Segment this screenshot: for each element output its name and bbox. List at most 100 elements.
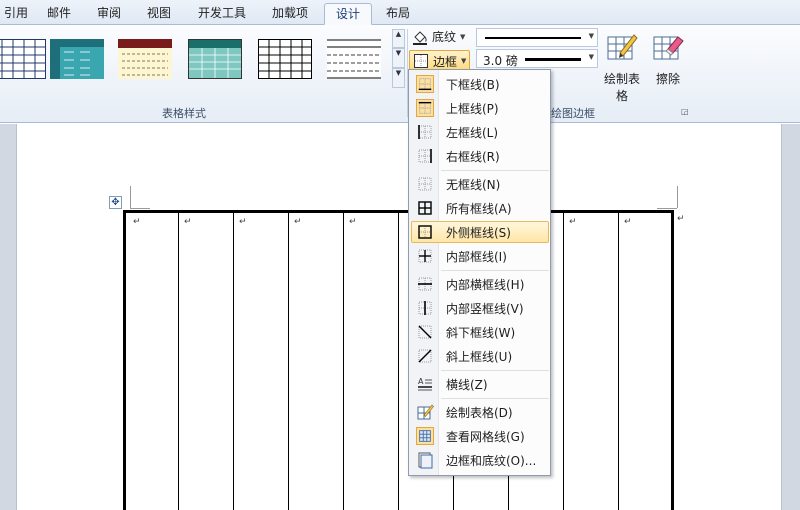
- menu-separator: [441, 370, 549, 371]
- menu-item-right-border[interactable]: 右框线(R): [411, 145, 549, 167]
- shading-button[interactable]: 底纹 ▼: [412, 28, 465, 45]
- menu-item-horizontal-line[interactable]: A 横线(Z): [411, 373, 549, 395]
- menu-item-inside-borders[interactable]: 内部框线(I): [411, 245, 549, 267]
- tab-mailings[interactable]: 邮件: [36, 3, 82, 25]
- dialog-launcher-icon[interactable]: ◲: [681, 107, 689, 116]
- paragraph-mark: ↵: [133, 217, 141, 227]
- line-style-dropdown[interactable]: ▼: [476, 28, 598, 47]
- menu-item-label: 斜下框线(W): [446, 325, 516, 340]
- menu-separator: [441, 398, 549, 399]
- table-style-teal-shaded[interactable]: [50, 39, 104, 79]
- menu-item-label: 内部框线(I): [446, 249, 507, 264]
- table-style-black-grid[interactable]: [258, 39, 312, 79]
- menu-item-left-border[interactable]: 左框线(L): [411, 121, 549, 143]
- tab-review[interactable]: 审阅: [86, 3, 132, 25]
- table-style-preview: [118, 39, 172, 79]
- margin-corner-mark: [677, 186, 678, 208]
- menu-item-label: 查看网格线(G): [446, 429, 525, 444]
- chevron-down-icon: ▼: [588, 53, 594, 61]
- horizontal-line-icon: A: [418, 377, 432, 391]
- tab-layout[interactable]: 布局: [376, 3, 420, 25]
- diagonal-down-border-icon: [418, 325, 432, 339]
- eraser-label: 擦除: [655, 72, 680, 86]
- eraser-icon: [653, 36, 684, 60]
- bottom-border-icon: [416, 75, 434, 93]
- menu-item-label: 内部横框线(H): [446, 277, 525, 292]
- paragraph-mark: ↵: [239, 217, 247, 227]
- table-style-simple-lines[interactable]: [327, 39, 381, 79]
- table-styles-group-label: 表格样式: [162, 107, 206, 120]
- line-weight-dropdown[interactable]: 3.0 磅 ▼: [476, 49, 598, 68]
- paint-bucket-icon: [413, 30, 427, 45]
- line-weight-preview: [525, 58, 581, 61]
- chevron-down-icon: ▼: [460, 32, 466, 41]
- table-style-teal-grid[interactable]: [188, 39, 242, 79]
- menu-item-label: 外侧框线(S): [446, 225, 511, 240]
- table-column-line: [233, 213, 234, 510]
- gallery-scroll-up[interactable]: ▲: [392, 29, 405, 48]
- borders-shading-icon: [418, 452, 433, 469]
- top-border-icon: [416, 99, 434, 117]
- draw-table-label: 绘制表格: [603, 72, 640, 103]
- menu-item-bottom-border[interactable]: 下框线(B): [411, 73, 549, 95]
- menu-item-label: 斜上框线(U): [446, 349, 513, 364]
- menu-item-inside-vertical-border[interactable]: 内部竖框线(V): [411, 297, 549, 319]
- menu-item-outside-borders[interactable]: 外侧框线(S): [411, 221, 549, 243]
- margin-corner-mark: [130, 208, 150, 209]
- tab-add-ins[interactable]: 加载项: [262, 3, 318, 25]
- table-style-preview: [0, 39, 46, 79]
- tab-developer[interactable]: 开发工具: [188, 3, 256, 25]
- menu-item-label: 无框线(N): [446, 177, 501, 192]
- menu-separator: [441, 270, 549, 271]
- margin-corner-mark: [657, 208, 677, 209]
- line-weight-value: 3.0 磅: [483, 54, 518, 68]
- shading-label: 底纹: [432, 30, 457, 44]
- eraser-button[interactable]: 擦除: [648, 31, 688, 87]
- menu-item-diagonal-up-border[interactable]: 斜上框线(U): [411, 345, 549, 367]
- menu-item-view-gridlines[interactable]: 查看网格线(G): [411, 425, 549, 447]
- tab-references[interactable]: 引用: [0, 3, 32, 25]
- menu-item-inside-horizontal-border[interactable]: 内部横框线(H): [411, 273, 549, 295]
- all-borders-icon: [418, 201, 432, 215]
- gallery-scroll-down[interactable]: ▼: [392, 48, 405, 68]
- diagonal-up-border-icon: [418, 349, 432, 363]
- svg-text:A: A: [418, 377, 424, 386]
- pencil-table-icon: [607, 34, 638, 60]
- table-column-line: [343, 213, 344, 510]
- outside-borders-icon: [418, 225, 432, 239]
- menu-item-label: 所有框线(A): [446, 201, 512, 216]
- menu-item-diagonal-down-border[interactable]: 斜下框线(W): [411, 321, 549, 343]
- menu-item-all-borders[interactable]: 所有框线(A): [411, 197, 549, 219]
- line-style-preview: [485, 37, 581, 39]
- draw-table-button[interactable]: 绘制表格: [600, 31, 644, 104]
- borders-dropdown-menu: 下框线(B) 上框线(P) 左框线(L) 右框线(R) 无框线(N) 所有框线(…: [408, 69, 551, 476]
- table-style-maroon-header[interactable]: [118, 39, 172, 79]
- chevron-down-icon: ▼: [461, 57, 467, 65]
- right-border-icon: [418, 149, 432, 163]
- menu-item-no-border[interactable]: 无框线(N): [411, 173, 549, 195]
- ribbon: ▲ ▼ ▼ 表格样式 底纹 ▼ 边框 ▼ ▼ 3.0 磅 ▼ 绘制表格 擦除 绘…: [0, 25, 800, 123]
- menu-item-top-border[interactable]: 上框线(P): [411, 97, 549, 119]
- inside-horizontal-border-icon: [418, 277, 432, 291]
- inside-borders-icon: [418, 249, 432, 263]
- no-border-icon: [418, 177, 432, 191]
- table-move-handle[interactable]: ✥: [109, 196, 122, 209]
- view-gridlines-icon: [416, 427, 434, 445]
- table-style-preview: [327, 39, 381, 79]
- chevron-down-icon: ▼: [588, 32, 594, 40]
- draw-table-icon: [417, 404, 434, 420]
- tab-design[interactable]: 设计: [324, 3, 372, 25]
- menu-item-label: 左框线(L): [446, 125, 499, 140]
- gallery-more[interactable]: ▼: [392, 68, 405, 88]
- paragraph-mark: ↵: [294, 217, 302, 227]
- paragraph-mark: ↵: [184, 217, 192, 227]
- tab-view[interactable]: 视图: [136, 3, 182, 25]
- document-table[interactable]: ↵ ↵ ↵ ↵ ↵ ↵ ↵: [123, 210, 674, 510]
- menu-item-label: 内部竖框线(V): [446, 301, 524, 316]
- table-column-line: [563, 213, 564, 510]
- menu-item-label: 右框线(R): [446, 149, 500, 164]
- paragraph-mark: ↵: [349, 217, 357, 227]
- menu-item-borders-and-shading[interactable]: 边框和底纹(O)...: [411, 449, 549, 471]
- menu-item-draw-table[interactable]: 绘制表格(D): [411, 401, 549, 423]
- table-style-plain-grid[interactable]: [0, 39, 46, 79]
